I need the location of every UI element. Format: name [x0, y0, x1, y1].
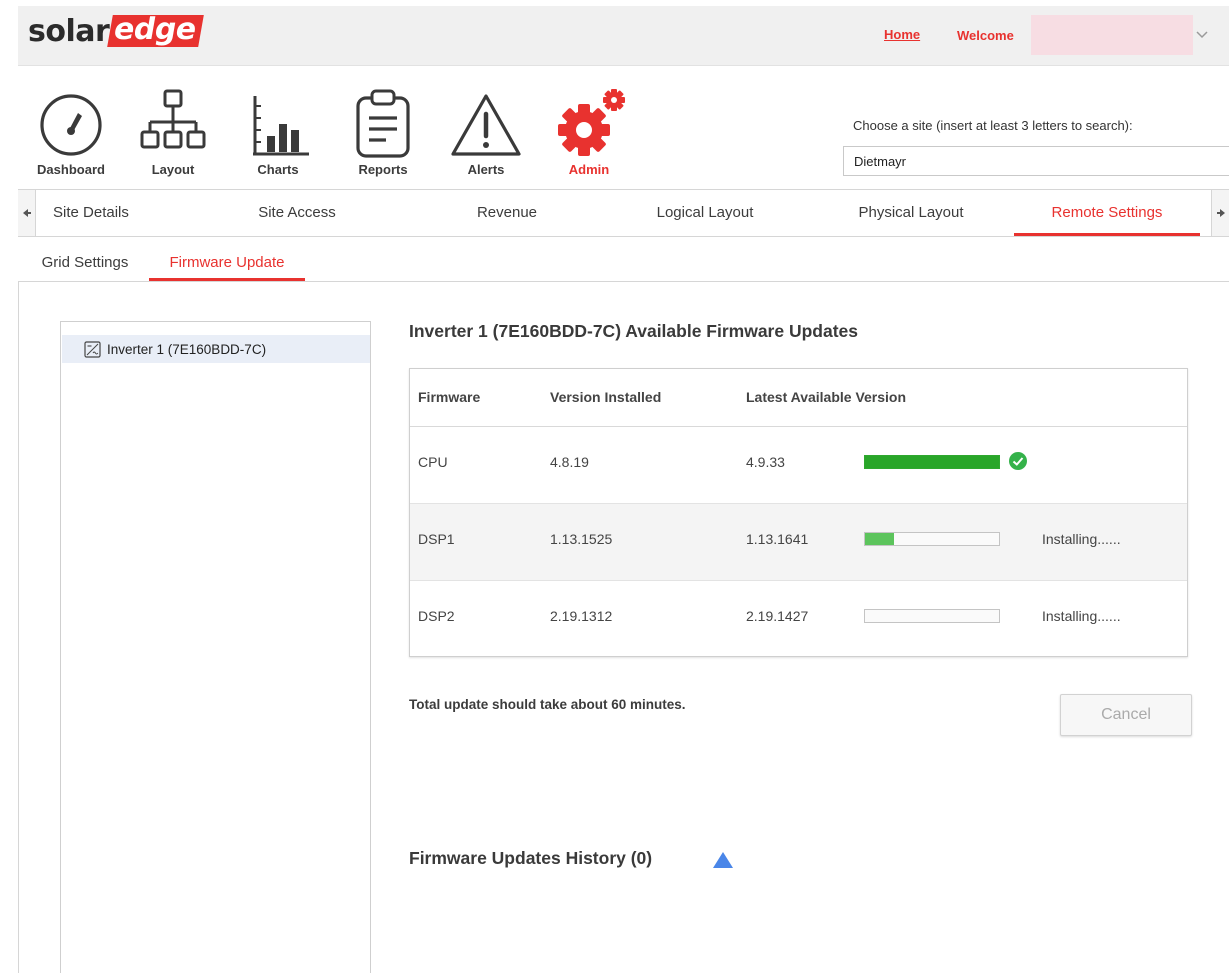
cell-version-installed: 4.8.19	[550, 454, 589, 470]
clipboard-report-icon	[356, 89, 410, 158]
cell-version-installed: 2.19.1312	[550, 608, 613, 624]
progress-bar	[864, 455, 1000, 469]
progress-bar	[864, 609, 1000, 623]
inverter-icon	[84, 340, 101, 358]
content-left-border	[18, 282, 19, 973]
arrow-left-icon	[22, 209, 31, 217]
chevron-down-icon[interactable]	[1194, 26, 1210, 42]
nav-label-admin: Admin	[568, 162, 610, 177]
tree-item-inverter-1[interactable]: Inverter 1 (7E160BDD-7C)	[62, 335, 370, 363]
firmware-table-header: Firmware Version Installed Latest Availa…	[410, 369, 1187, 427]
cell-latest-version: 1.13.1641	[746, 531, 809, 547]
home-link[interactable]: Home	[884, 27, 920, 42]
cancel-button[interactable]: Cancel	[1060, 694, 1192, 736]
nav-layout[interactable]: Layout	[128, 88, 218, 180]
firmware-history-title[interactable]: Firmware Updates History (0)	[409, 848, 652, 869]
column-header-version-installed: Version Installed	[550, 389, 662, 405]
tab-scroll-right-arrow[interactable]	[1211, 190, 1229, 236]
nav-alerts[interactable]: Alerts	[441, 88, 531, 180]
nav-dashboard[interactable]: Dashboard	[26, 88, 116, 180]
tab-site-details[interactable]: Site Details	[38, 190, 142, 236]
table-row: DSP1 1.13.1525 1.13.1641 Installing.....…	[410, 504, 1187, 581]
nav-reports[interactable]: Reports	[338, 88, 428, 180]
progress-bar	[864, 532, 1000, 546]
triangle-up-icon[interactable]	[712, 851, 734, 869]
bar-chart-icon	[253, 96, 309, 156]
cell-firmware-name: CPU	[418, 454, 448, 470]
firmware-updates-title: Inverter 1 (7E160BDD-7C) Available Firmw…	[409, 321, 859, 341]
nav-label-layout: Layout	[151, 162, 195, 177]
cell-install-status: Installing......	[1042, 608, 1121, 624]
column-header-latest-version: Latest Available Version	[746, 389, 907, 405]
subtab-grid-settings[interactable]: Grid Settings	[30, 237, 140, 281]
cell-firmware-name: DSP1	[418, 531, 455, 547]
site-search-input[interactable]	[843, 146, 1229, 176]
tab-logical-layout[interactable]: Logical Layout	[632, 190, 778, 236]
device-tree-panel: Inverter 1 (7E160BDD-7C)	[60, 321, 371, 973]
cell-firmware-name: DSP2	[418, 608, 455, 624]
gear-icon	[558, 89, 625, 156]
table-row: DSP2 2.19.1312 2.19.1427 Installing.....…	[410, 581, 1187, 658]
layout-hierarchy-icon	[140, 89, 206, 149]
nav-admin[interactable]: Admin	[544, 88, 634, 180]
column-header-firmware: Firmware	[418, 389, 481, 405]
progress-fill	[865, 456, 999, 468]
table-row: CPU 4.8.19 4.9.33	[410, 427, 1187, 504]
update-duration-note: Total update should take about 60 minute…	[409, 697, 686, 712]
solaredge-logo[interactable]: solar edge	[28, 12, 204, 49]
user-name-redacted[interactable]	[1031, 15, 1193, 55]
nav-label-reports: Reports	[358, 162, 408, 177]
logo-text-edge: edge	[107, 12, 204, 47]
tab-scroll-left-arrow[interactable]	[18, 190, 36, 236]
arrow-right-icon	[1216, 209, 1225, 217]
welcome-label: Welcome	[957, 28, 1014, 43]
tab-site-access[interactable]: Site Access	[224, 190, 370, 236]
check-circle-icon	[1009, 452, 1027, 470]
nav-label-dashboard: Dashboard	[37, 162, 105, 177]
cell-latest-version: 2.19.1427	[746, 608, 809, 624]
warning-triangle-icon	[451, 94, 521, 156]
tab-remote-settings[interactable]: Remote Settings	[1014, 190, 1200, 236]
top-header: solar edge Home Welcome	[18, 6, 1229, 66]
firmware-table: Firmware Version Installed Latest Availa…	[409, 368, 1188, 657]
cell-latest-version: 4.9.33	[746, 454, 785, 470]
nav-label-alerts: Alerts	[467, 162, 505, 177]
site-search-label: Choose a site (insert at least 3 letters…	[853, 118, 1133, 133]
tab-physical-layout[interactable]: Physical Layout	[828, 190, 994, 236]
tab-revenue[interactable]: Revenue	[434, 190, 580, 236]
logo-text-solar: solar	[28, 13, 110, 49]
progress-fill	[865, 533, 895, 545]
cell-install-status: Installing......	[1042, 531, 1121, 547]
subtab-firmware-update[interactable]: Firmware Update	[149, 237, 305, 281]
admin-tab-bar: Site Details Site Access Revenue Logical…	[18, 189, 1229, 237]
remote-settings-subtab-bar: Grid Settings Firmware Update	[18, 237, 1229, 282]
tree-item-label: Inverter 1 (7E160BDD-7C)	[107, 341, 267, 357]
nav-charts[interactable]: Charts	[233, 88, 323, 180]
cell-version-installed: 1.13.1525	[550, 531, 613, 547]
dashboard-gauge-icon	[40, 94, 102, 156]
nav-label-charts: Charts	[257, 162, 299, 177]
